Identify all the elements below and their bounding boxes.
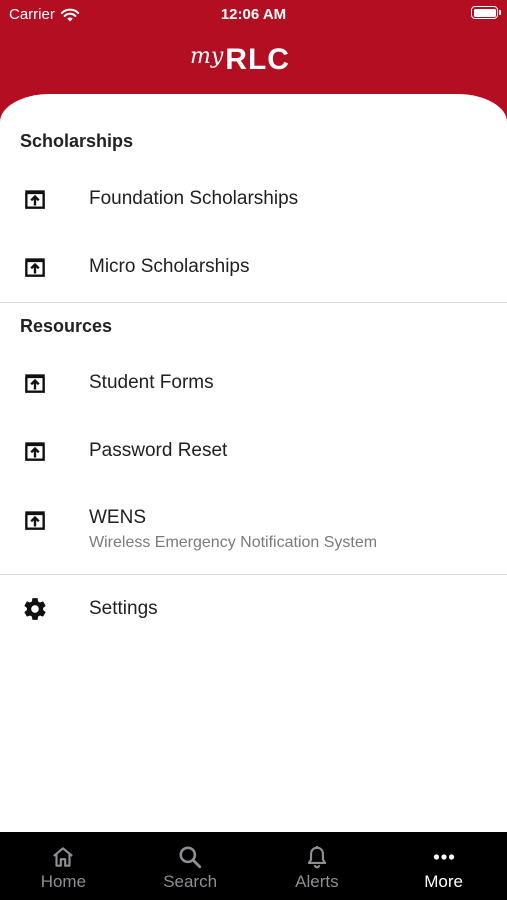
home-icon: [53, 847, 74, 867]
tab-bar: Home Search Alerts More: [0, 832, 507, 900]
menu-item-label: Student Forms: [89, 372, 214, 393]
tab-label: Search: [163, 872, 218, 891]
tab-label: Home: [40, 872, 87, 891]
menu-item-micro-scholarships[interactable]: Micro Scholarships: [0, 237, 507, 297]
tab-label: Alerts: [295, 872, 339, 891]
open-in-app-icon: [25, 442, 45, 461]
open-in-app-icon: [25, 374, 45, 393]
section-title-resources: Resources: [20, 316, 113, 336]
status-time: 12:06 AM: [220, 6, 287, 23]
battery-icon: [471, 6, 501, 19]
tab-search[interactable]: Search: [127, 832, 254, 900]
search-icon: [179, 846, 202, 869]
gear-icon: [24, 598, 46, 620]
settings-label: Settings: [89, 598, 158, 619]
tab-label: More: [424, 872, 463, 891]
menu-item-sublabel: Wireless Emergency Notification System: [89, 534, 378, 551]
menu-item-settings[interactable]: Settings: [0, 579, 507, 639]
open-in-app-icon: [25, 258, 45, 277]
tab-more[interactable]: More: [380, 832, 507, 900]
app-logo: my RLC: [190, 40, 290, 80]
menu-item-wens[interactable]: WENS Wireless Emergency Notification Sys…: [0, 490, 507, 552]
tab-alerts[interactable]: Alerts: [254, 832, 381, 900]
menu-item-foundation-scholarships[interactable]: Foundation Scholarships: [0, 169, 507, 229]
tab-home[interactable]: Home: [0, 832, 127, 900]
bell-icon: [307, 845, 327, 869]
open-in-app-icon: [25, 511, 45, 530]
more-dots-icon: [433, 854, 454, 860]
logo-my-text: my: [190, 43, 224, 69]
section-title-scholarships: Scholarships: [20, 131, 134, 151]
menu-item-label: Password Reset: [89, 440, 228, 461]
status-bar: Carrier 12:06 AM: [0, 0, 507, 30]
open-in-app-icon: [25, 190, 45, 209]
menu-item-label: WENS: [89, 507, 146, 528]
section-divider: [0, 574, 507, 575]
section-divider: [0, 302, 507, 303]
menu-item-label: Foundation Scholarships: [89, 188, 299, 209]
menu-item-password-reset[interactable]: Password Reset: [0, 421, 507, 481]
menu-item-student-forms[interactable]: Student Forms: [0, 353, 507, 413]
logo-rlc-text: RLC: [225, 43, 290, 76]
menu-item-label: Micro Scholarships: [89, 256, 250, 277]
